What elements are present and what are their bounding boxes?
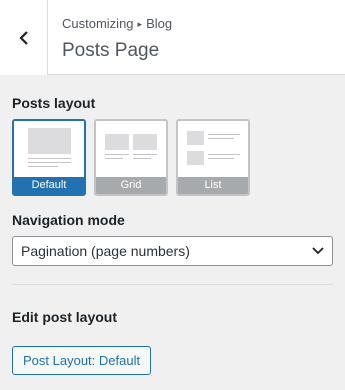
breadcrumb-parent: Customizing <box>62 16 134 31</box>
navigation-mode-select[interactable]: Pagination (page numbers) <box>12 236 333 266</box>
post-layout-button[interactable]: Post Layout: Default <box>12 346 152 375</box>
header-titles: Customizing ▸ Blog Posts Page <box>62 15 172 62</box>
page-title: Posts Page <box>62 40 160 61</box>
navigation-mode-value: Pagination (page numbers) <box>21 243 190 259</box>
breadcrumb-separator-icon: ▸ <box>137 19 143 29</box>
breadcrumb-current: Blog <box>146 16 173 31</box>
navigation-mode-label: Navigation mode <box>12 212 125 228</box>
chevron-left-icon <box>18 30 28 45</box>
back-button[interactable] <box>0 0 48 75</box>
layout-option-label: List <box>178 177 248 194</box>
posts-layout-options: Default Grid List <box>12 119 250 196</box>
layout-option-list[interactable]: List <box>176 119 250 196</box>
layout-default-thumbnail-icon <box>14 121 84 177</box>
layout-list-thumbnail-icon <box>178 121 248 177</box>
edit-post-layout-label: Edit post layout <box>12 309 117 325</box>
breadcrumb: Customizing ▸ Blog <box>62 15 172 34</box>
layout-option-default[interactable]: Default <box>12 119 86 196</box>
layout-option-grid[interactable]: Grid <box>94 119 168 196</box>
panel-header: Customizing ▸ Blog Posts Page <box>0 0 345 75</box>
layout-option-label: Default <box>14 177 84 194</box>
layout-grid-thumbnail-icon <box>96 121 166 177</box>
layout-option-label: Grid <box>96 177 166 194</box>
chevron-down-icon <box>312 247 324 255</box>
section-divider <box>12 284 333 285</box>
posts-layout-label: Posts layout <box>12 95 96 111</box>
